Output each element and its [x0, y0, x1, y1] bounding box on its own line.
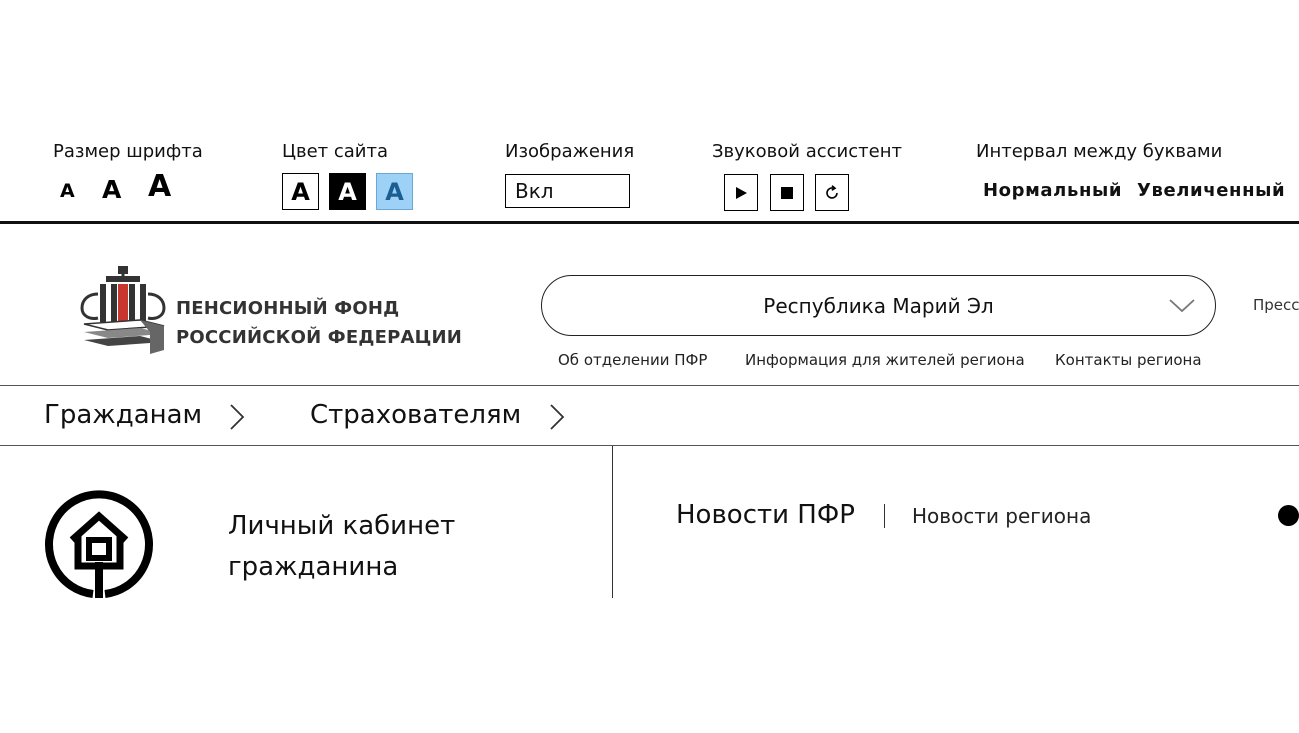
stop-button[interactable] — [770, 174, 804, 211]
chevron-right-icon — [550, 404, 565, 430]
images-select[interactable]: Вкл — [505, 174, 630, 208]
play-icon — [736, 186, 747, 199]
sub-link-residents-info[interactable]: Информация для жителей региона — [745, 351, 1025, 369]
tab-separator — [884, 504, 885, 528]
region-select[interactable]: Республика Марий Эл — [541, 275, 1216, 336]
press-link[interactable]: Пресс — [1253, 296, 1299, 314]
play-button[interactable] — [724, 174, 758, 211]
nav-employers[interactable]: Страхователям — [310, 400, 521, 430]
slider-dot[interactable] — [1278, 505, 1299, 526]
sub-link-contacts[interactable]: Контакты региона — [1055, 351, 1202, 369]
page-bottom-blank — [0, 598, 1299, 733]
logo-line-2: РОССИЙСКОЙ ФЕДЕРАЦИИ — [176, 327, 463, 348]
font-size-small-button[interactable]: А — [60, 182, 75, 201]
color-blue-button[interactable]: А — [376, 173, 413, 210]
tab-news-pfr[interactable]: Новости ПФР — [676, 500, 855, 530]
header-divider — [0, 385, 1299, 386]
nav-citizens[interactable]: Гражданам — [44, 400, 202, 430]
stop-icon — [781, 186, 793, 199]
color-white-button[interactable]: А — [282, 173, 319, 210]
sub-link-about[interactable]: Об отделении ПФР — [558, 351, 707, 369]
logo-line-1: ПЕНСИОННЫЙ ФОНД — [176, 298, 400, 319]
color-black-button[interactable]: А — [329, 173, 366, 210]
logo-text[interactable]: ПЕНСИОННЫЙ ФОНД РОССИЙСКОЙ ФЕДЕРАЦИИ — [176, 294, 462, 352]
home-cabinet-icon[interactable] — [44, 490, 154, 600]
spacing-normal-option[interactable]: Нормальный — [983, 180, 1122, 201]
cabinet-line-2: гражданина — [228, 552, 399, 582]
font-size-large-button[interactable]: А — [148, 172, 171, 202]
chevron-right-icon — [230, 404, 245, 430]
region-select-value: Республика Марий Эл — [763, 293, 994, 318]
letter-spacing-label: Интервал между буквами — [976, 141, 1223, 162]
site-color-label: Цвет сайта — [282, 141, 389, 162]
nav-divider — [0, 445, 1299, 446]
images-label: Изображения — [505, 141, 635, 162]
accessibility-divider — [0, 221, 1299, 224]
repeat-button[interactable] — [815, 174, 849, 211]
pfr-logo-icon[interactable] — [78, 264, 168, 356]
sound-assistant-label: Звуковой ассистент — [712, 141, 902, 162]
cabinet-line-1: Личный кабинет — [228, 511, 456, 541]
accessibility-panel: Размер шрифта А А А Цвет сайта А А А Изо… — [0, 0, 1299, 224]
refresh-icon — [826, 184, 838, 199]
font-size-label: Размер шрифта — [53, 141, 203, 162]
font-size-medium-button[interactable]: А — [102, 177, 121, 202]
personal-cabinet-link[interactable]: Личный кабинет гражданина — [228, 506, 455, 588]
tab-news-region[interactable]: Новости региона — [912, 504, 1091, 528]
chevron-down-icon — [1169, 299, 1195, 313]
content-divider — [612, 446, 613, 598]
spacing-increased-option[interactable]: Увеличенный — [1137, 180, 1285, 201]
